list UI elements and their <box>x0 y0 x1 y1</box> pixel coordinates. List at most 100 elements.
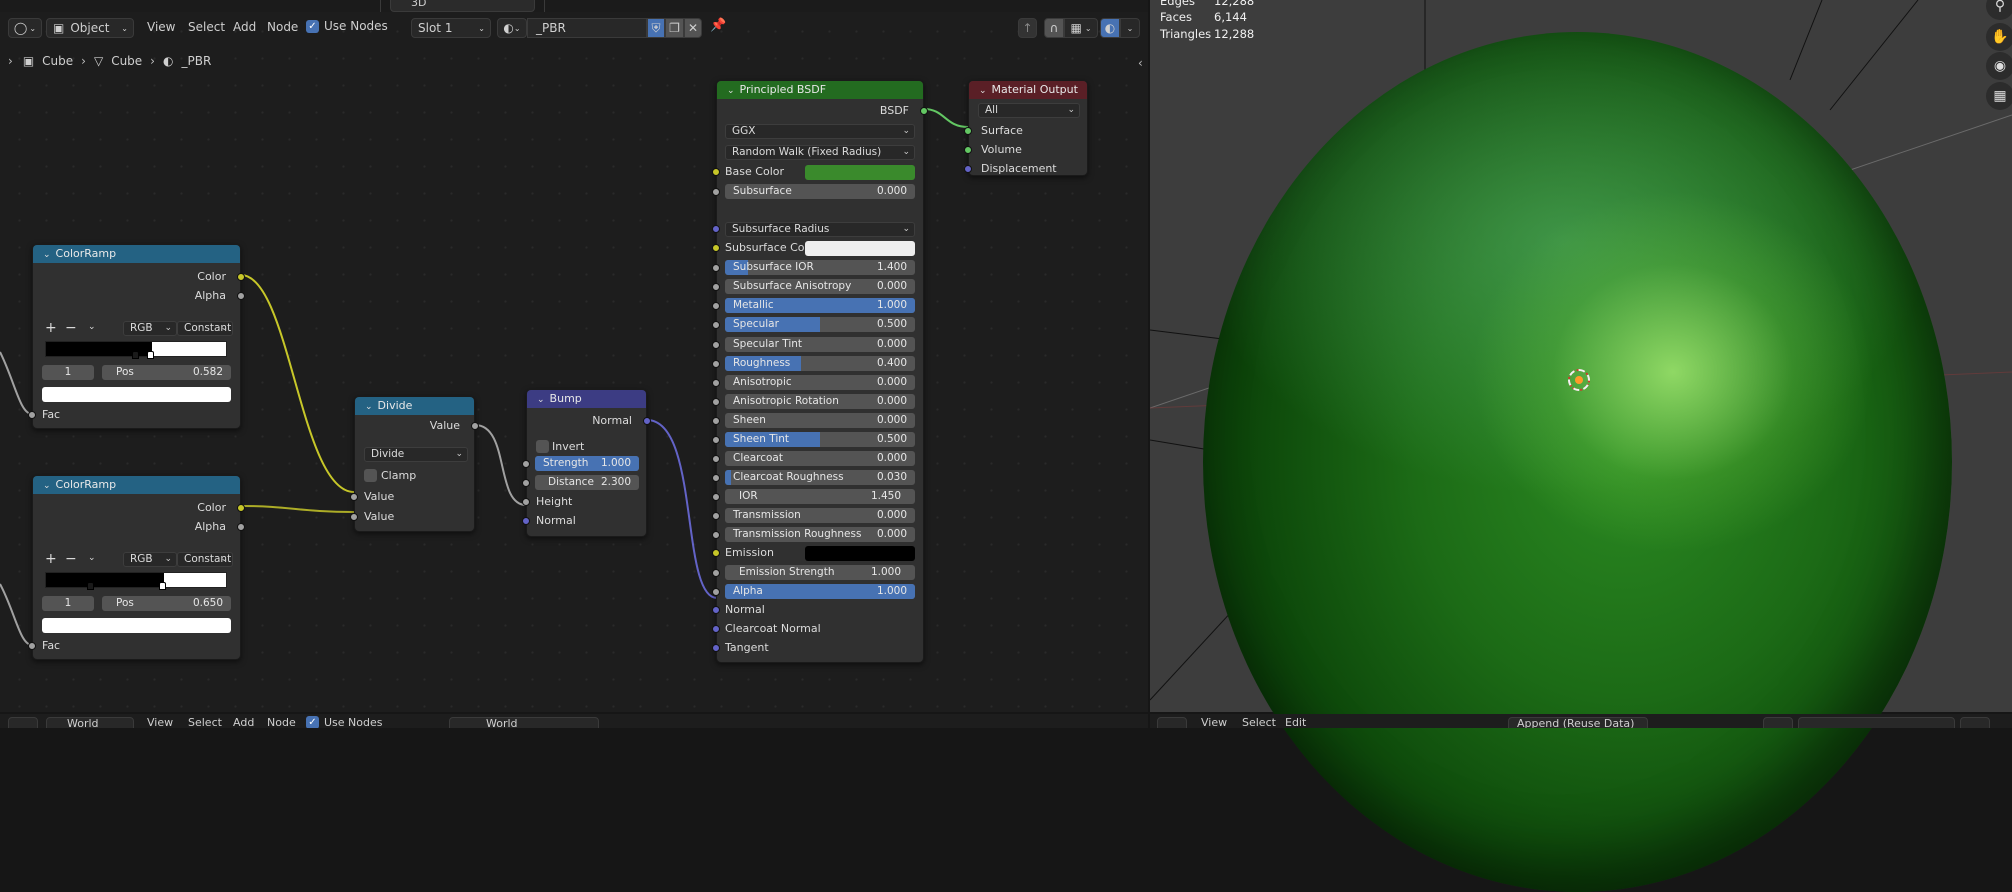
camera-icon[interactable]: ◉ <box>1986 52 2012 80</box>
remove-stop-icon[interactable]: − <box>65 551 77 567</box>
operation-dropdown[interactable]: Divide ⌄ <box>364 447 468 462</box>
socket-strength-in[interactable] <box>522 460 530 468</box>
stop-index-field[interactable]: 1 <box>42 596 94 611</box>
snap-toggle-button[interactable]: ∩ <box>1044 18 1064 38</box>
colorramp-node-header[interactable]: ⌄ ColorRamp <box>33 245 240 263</box>
socket-value-in-2[interactable] <box>350 513 358 521</box>
add-stop-icon[interactable]: + <box>45 551 57 567</box>
collapse-chevron-icon[interactable]: ⌄ <box>43 481 51 491</box>
socket-input[interactable] <box>712 398 720 406</box>
asset-search-input[interactable] <box>1798 717 1955 728</box>
socket-input[interactable] <box>712 512 720 520</box>
strength-field[interactable]: Strength 1.000 <box>535 456 639 471</box>
pin-icon[interactable]: 📌 <box>710 18 726 33</box>
menu-view[interactable]: View <box>147 716 173 728</box>
field-subsurface-ior[interactable]: Subsurface IOR 1.400 <box>725 260 915 275</box>
editor-type-button[interactable] <box>8 717 38 728</box>
field-sheen[interactable]: Sheen 0.000 <box>725 413 915 428</box>
socket-displacement-in[interactable] <box>964 165 972 173</box>
socket-input[interactable] <box>712 360 720 368</box>
socket-height-in[interactable] <box>522 498 530 506</box>
base-color-swatch[interactable] <box>805 165 915 180</box>
green-sphere-object[interactable] <box>1203 32 1952 892</box>
menu-add[interactable]: Add <box>233 20 256 34</box>
socket-input[interactable] <box>712 188 720 196</box>
editor-type-button[interactable]: ◯ ⌄ <box>8 18 42 38</box>
grid-perspective-icon[interactable]: ▦ <box>1986 82 2012 110</box>
socket-input[interactable] <box>712 588 720 596</box>
stop-pos-field[interactable]: Pos 0.650 <box>102 596 231 611</box>
sidebar-toggle-icon[interactable]: ‹ <box>1138 56 1143 70</box>
display-mode-button[interactable] <box>1763 717 1793 728</box>
collapse-chevron-icon[interactable]: ⌄ <box>537 395 545 405</box>
socket-clearcoat-normal-in[interactable] <box>712 625 720 633</box>
field-specular[interactable]: Specular 0.500 <box>725 317 915 332</box>
socket-input[interactable] <box>712 264 720 272</box>
use-nodes-toggle[interactable]: ✓ Use Nodes <box>306 716 383 728</box>
ramp-stop-1[interactable] <box>146 351 154 359</box>
field-roughness[interactable]: Roughness 0.400 <box>725 356 915 371</box>
menu-view[interactable]: View <box>147 20 175 34</box>
color-mode-dropdown[interactable]: RGB ⌄ <box>123 552 177 567</box>
3d-cursor-icon[interactable] <box>1568 369 1590 391</box>
object-mode-dropdown[interactable]: ▣ Object ⌄ <box>46 18 134 38</box>
emission-color-swatch[interactable] <box>805 546 915 561</box>
stop-color-swatch[interactable] <box>42 618 231 633</box>
colorramp-node-2[interactable]: ⌄ ColorRamp Color Alpha + − ⌄ RGB ⌄ Consta… <box>28 475 245 660</box>
stop-index-field[interactable]: 1 <box>42 365 94 380</box>
collapse-chevron-icon[interactable]: ⌄ <box>979 86 987 96</box>
fake-user-button[interactable]: ⛨ <box>647 18 665 38</box>
import-method-dropdown[interactable]: Append (Reuse Data) <box>1508 717 1648 728</box>
subsurface-color-swatch[interactable] <box>805 241 915 256</box>
use-nodes-toggle[interactable]: ✓ Use Nodes <box>306 19 388 33</box>
socket-input[interactable] <box>712 493 720 501</box>
distance-field[interactable]: Distance 2.300 <box>535 475 639 490</box>
socket-tangent-in[interactable] <box>712 644 720 652</box>
shader-node-editor[interactable]: ⌄ ColorRamp Color Alpha + − ⌄ RGB ⌄ Consta… <box>0 12 1148 712</box>
principled-bsdf-node[interactable]: ⌄ Principled BSDF BSDF GGX ⌄ Random Walk (… <box>712 80 928 663</box>
field-clearcoat-roughness[interactable]: Clearcoat Roughness 0.030 <box>725 470 915 485</box>
menu-node[interactable]: Node <box>267 716 296 728</box>
field-alpha[interactable]: Alpha 1.000 <box>725 584 915 599</box>
menu-node[interactable]: Node <box>267 20 298 34</box>
editor-mode-dropdown[interactable]: 3D <box>390 0 535 12</box>
field-subsurface[interactable]: Subsurface 0.000 <box>725 184 915 199</box>
color-ramp-bar[interactable] <box>45 572 227 588</box>
socket-input[interactable] <box>712 283 720 291</box>
subsurface-radius-dropdown[interactable]: Subsurface Radius ⌄ <box>725 222 915 237</box>
material-output-header[interactable]: ⌄ Material Output <box>969 81 1087 99</box>
editor-type-button[interactable] <box>1157 717 1187 728</box>
menu-select[interactable]: Select <box>188 20 225 34</box>
menu-add[interactable]: Add <box>233 716 254 728</box>
socket-input[interactable] <box>712 379 720 387</box>
duplicate-material-button[interactable]: ❐ <box>665 18 684 38</box>
field-transmission-roughness[interactable]: Transmission Roughness 0.000 <box>725 527 915 542</box>
field-clearcoat[interactable]: Clearcoat 0.000 <box>725 451 915 466</box>
subsurface-method-dropdown[interactable]: Random Walk (Fixed Radius) ⌄ <box>725 145 915 160</box>
socket-alpha-out[interactable] <box>237 523 245 531</box>
overlays-toggle-button[interactable]: ◐ <box>1100 18 1120 38</box>
remove-stop-icon[interactable]: − <box>65 320 77 336</box>
socket-normal-in[interactable] <box>522 517 530 525</box>
socket-subsurface-radius-in[interactable] <box>712 225 720 233</box>
socket-input[interactable] <box>712 302 720 310</box>
socket-color-out[interactable] <box>237 273 245 281</box>
material-browse-button[interactable]: ◐ ⌄ <box>497 18 527 38</box>
socket-subsurface-color-in[interactable] <box>712 244 720 252</box>
colorramp-node-1[interactable]: ⌄ ColorRamp Color Alpha + − ⌄ RGB ⌄ Consta… <box>28 244 245 429</box>
distribution-dropdown[interactable]: GGX ⌄ <box>725 124 915 139</box>
parent-node-tree-button[interactable]: ↑ <box>1018 18 1037 38</box>
material-output-node[interactable]: ⌄ Material Output All ⌄ Surface Volume Dis… <box>964 80 1088 176</box>
invert-checkbox[interactable] <box>536 440 549 453</box>
divide-node-header[interactable]: ⌄ Divide <box>355 397 474 415</box>
ramp-menu-chevron-icon[interactable]: ⌄ <box>88 322 96 332</box>
socket-color-out[interactable] <box>237 504 245 512</box>
field-emission-strength[interactable]: Emission Strength 1.000 <box>725 565 915 580</box>
menu-select[interactable]: Select <box>188 716 222 728</box>
unlink-material-button[interactable]: ✕ <box>684 18 702 38</box>
socket-input[interactable] <box>712 436 720 444</box>
ramp-menu-chevron-icon[interactable]: ⌄ <box>88 553 96 563</box>
field-metallic[interactable]: Metallic 1.000 <box>725 298 915 313</box>
material-name-field[interactable]: _PBR <box>527 18 647 38</box>
field-specular-tint[interactable]: Specular Tint 0.000 <box>725 337 915 352</box>
